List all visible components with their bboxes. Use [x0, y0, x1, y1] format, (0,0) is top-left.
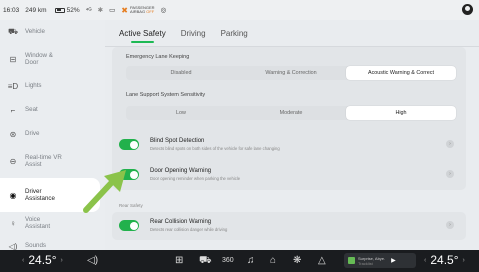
- chevron-right-icon[interactable]: ›: [61, 257, 63, 264]
- bottom-dock: ‹ 24.5° › ◁) ⊞ ⛟ 360 ♫ ⌂ ❋ △ Surprise, A…: [0, 250, 479, 272]
- status-bar: 16:03 249 km 52% ⁴ᴳ ✱ ▭ ✖ PASSENGER AIRB…: [0, 0, 479, 20]
- car-icon: ⛟: [7, 27, 19, 36]
- rear-collision-desc: Detects rear collision danger while driv…: [150, 227, 228, 232]
- blind-spot-desc: Detects blind spots on both sides of the…: [150, 146, 280, 151]
- play-icon[interactable]: ▶: [391, 257, 396, 264]
- tab-driving[interactable]: Driving: [181, 29, 206, 38]
- rear-collision-title: Rear Collision Warning: [150, 219, 212, 225]
- sidebar-item-vehicle[interactable]: ⛟ Vehicle: [0, 24, 105, 40]
- tab-bar: Active Safety Driving Parking: [119, 29, 248, 43]
- chevron-left-icon[interactable]: ‹: [22, 257, 24, 264]
- lane-keeping-option-acoustic[interactable]: Acoustic Warning & Correct: [346, 66, 456, 80]
- lane-support-selector: Low Moderate High: [126, 106, 456, 120]
- left-temperature-control[interactable]: ‹ 24.5° ›: [18, 253, 67, 267]
- camera-icon: ▭: [109, 7, 116, 14]
- sidebar-item-vr-assist[interactable]: ⊖ Real-time VR Assist: [0, 150, 105, 172]
- music-subtitle: Tracklist: [358, 260, 373, 266]
- sidebar-item-voice-assistant[interactable]: ♀ Voice Assistant: [0, 212, 105, 234]
- settings-sidebar: ⛟ Vehicle ⊟ Window & Door ≡D Lights ⌐ Se…: [0, 20, 105, 251]
- sidebar-item-label: Sounds: [25, 242, 46, 250]
- sidebar-item-drive[interactable]: ⊛ Drive: [0, 126, 105, 142]
- lane-support-label: Lane Support System Sensitivity: [126, 92, 206, 98]
- sidebar-item-label: Lights: [25, 82, 42, 90]
- airbag-icon: ✖: [121, 5, 128, 15]
- navigation-icon[interactable]: △: [318, 255, 326, 266]
- info-arrow-icon[interactable]: ›: [446, 140, 454, 148]
- tab-parking[interactable]: Parking: [221, 29, 248, 38]
- lane-keeping-selector: Disabled Warning & Correction Acoustic W…: [126, 66, 456, 80]
- lane-keeping-label: Emergency Lane Keeping: [126, 54, 190, 60]
- info-arrow-icon[interactable]: ›: [446, 221, 454, 229]
- airbag-state: OFF: [146, 9, 155, 14]
- window-icon: ⊟: [9, 54, 17, 64]
- sidebar-item-label: Window & Door: [25, 51, 53, 67]
- signal-icon: ⁴ᴳ: [85, 6, 92, 14]
- sidebar-item-seat[interactable]: ⌐ Seat: [0, 102, 105, 118]
- battery-percent: 52%: [66, 6, 80, 14]
- sidebar-item-label: Voice Assistant: [25, 215, 51, 231]
- sensitivity-option-high[interactable]: High: [346, 106, 456, 120]
- album-art: [348, 257, 355, 264]
- passenger-airbag-status: ✖ PASSENGER AIRBAG OFF: [121, 5, 155, 15]
- range-readout: 249 km: [25, 6, 47, 14]
- apps-grid-icon[interactable]: ⊞: [175, 255, 183, 266]
- sidebar-item-label: Drive: [25, 130, 40, 138]
- sidebar-item-label: Driver Assistance: [25, 187, 55, 203]
- door-opening-desc: Door opening reminder when parking the v…: [150, 176, 241, 181]
- hotspot-icon: ◎: [160, 7, 167, 14]
- voice-icon: ♀: [10, 218, 16, 228]
- info-arrow-icon[interactable]: ›: [446, 170, 454, 178]
- volume-icon[interactable]: ◁): [87, 255, 98, 266]
- music-icon[interactable]: ♫: [247, 255, 255, 266]
- driver-assist-icon: ◉: [9, 190, 17, 200]
- lane-keeping-option-warning-correction[interactable]: Warning & Correction: [236, 66, 346, 80]
- sidebar-item-label: Seat: [25, 106, 38, 114]
- bluetooth-icon: ✱: [97, 7, 104, 14]
- right-temperature: 24.5°: [430, 253, 459, 267]
- left-temperature: 24.5°: [28, 253, 57, 267]
- music-widget[interactable]: Surprise, Abye. Tracklist ▶: [344, 253, 416, 268]
- camera-360-icon[interactable]: 360: [222, 257, 234, 264]
- fan-icon[interactable]: ❋: [293, 255, 301, 266]
- sidebar-item-label: Real-time VR Assist: [25, 153, 62, 169]
- sensitivity-option-low[interactable]: Low: [126, 106, 236, 120]
- seat-icon: ⌐: [10, 105, 16, 115]
- rear-collision-row[interactable]: Rear Collision Warning Detects rear coll…: [112, 212, 466, 240]
- rear-collision-toggle[interactable]: [119, 220, 139, 231]
- right-temperature-control[interactable]: ‹ 24.5° ›: [420, 253, 469, 267]
- chevron-left-icon[interactable]: ‹: [424, 257, 426, 264]
- sidebar-item-window-door[interactable]: ⊟ Window & Door: [0, 48, 105, 70]
- vr-icon: ⊖: [9, 156, 17, 166]
- battery-icon: [54, 7, 65, 13]
- sidebar-item-lights[interactable]: ≡D Lights: [0, 78, 105, 94]
- sensitivity-option-moderate[interactable]: Moderate: [236, 106, 346, 120]
- airbag-line2: AIRBAG: [129, 9, 146, 14]
- home-icon[interactable]: ⌂: [270, 255, 276, 266]
- car-icon[interactable]: ⛟: [199, 255, 212, 268]
- profile-icon[interactable]: [462, 4, 473, 15]
- steering-icon: ⊛: [9, 129, 17, 139]
- chevron-right-icon[interactable]: ›: [463, 257, 465, 264]
- settings-content: Active Safety Driving Parking Emergency …: [105, 20, 479, 250]
- door-opening-title: Door Opening Warning: [150, 168, 212, 174]
- blind-spot-row[interactable]: Blind Spot Detection Detects blind spots…: [112, 130, 466, 160]
- lights-icon: ≡D: [7, 81, 19, 91]
- clock: 16:03: [3, 6, 20, 14]
- lane-keeping-option-disabled[interactable]: Disabled: [126, 66, 236, 80]
- door-opening-row[interactable]: Door Opening Warning Door opening remind…: [112, 160, 466, 190]
- blind-spot-toggle[interactable]: [119, 139, 139, 150]
- sidebar-item-label: Vehicle: [25, 28, 45, 36]
- battery-indicator: 52%: [53, 7, 80, 14]
- blind-spot-title: Blind Spot Detection: [150, 138, 205, 144]
- tab-active-safety[interactable]: Active Safety: [119, 29, 166, 43]
- callout-arrow-icon: [83, 170, 126, 213]
